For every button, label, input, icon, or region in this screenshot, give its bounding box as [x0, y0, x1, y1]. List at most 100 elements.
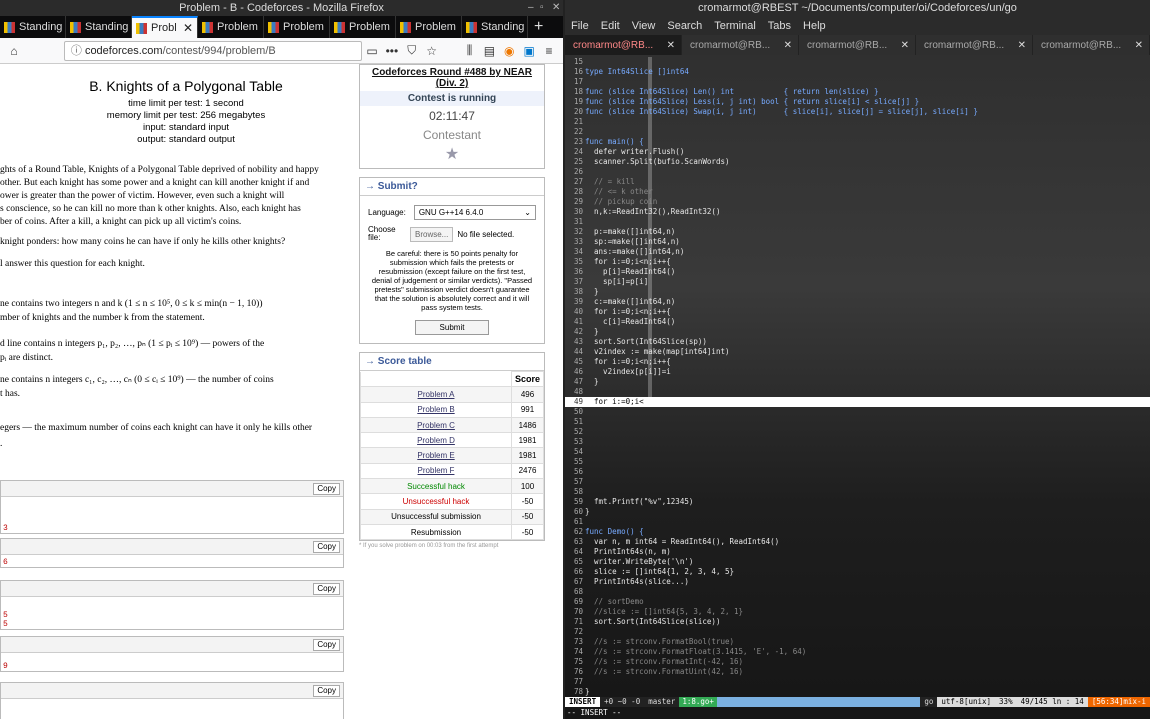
terminal-tab[interactable]: cromarmot@RB... ✕ [799, 35, 916, 55]
star-icon[interactable]: ★ [360, 144, 544, 168]
file-name: 1:8.go+ [679, 697, 717, 707]
sample-io-box: Copy 6 [0, 538, 344, 568]
terminal-tab[interactable]: cromarmot@RB... ✕ [916, 35, 1033, 55]
line-number: 22 [573, 127, 583, 136]
score-row-name: Successful hack [360, 478, 512, 495]
code-text: } [585, 287, 599, 296]
score-row-name[interactable]: Problem C [360, 416, 512, 434]
line-number: 62 [573, 527, 583, 536]
sample-value: 6 [3, 558, 8, 567]
new-tab-icon[interactable]: + [528, 16, 549, 38]
copy-button[interactable]: Copy [313, 541, 340, 553]
vim-buffer[interactable]: 15 16 type Int64Slice []int64 17 18 func (sli… [565, 57, 1150, 697]
close-tab-icon[interactable]: ✕ [1018, 40, 1026, 51]
browser-tab[interactable]: Standing [66, 16, 132, 38]
home-icon[interactable]: ⌂ [4, 44, 24, 58]
terminal-title-bar: cromarmot@RBEST ~/Documents/computer/oi/… [565, 0, 1150, 17]
chevron-down-icon: ⌄ [524, 208, 531, 217]
code-line: 43 sort.Sort(Int64Slice(sp)) [565, 337, 1150, 347]
score-row-name: Unsuccessful hack [360, 493, 512, 510]
terminal-menu-item[interactable]: Tabs [768, 20, 791, 32]
extension-icon[interactable]: ◉ [499, 44, 519, 58]
copy-button[interactable]: Copy [313, 583, 340, 595]
line-number: 77 [573, 677, 583, 686]
code-line: 25 scanner.Split(bufio.ScanWords) [565, 157, 1150, 167]
library-icon[interactable]: ⫼ [460, 43, 480, 58]
code-line: 59 fmt.Printf("%v",12345) [565, 497, 1150, 507]
maximize-icon[interactable]: ▫ [540, 0, 544, 16]
score-row: Resubmission -50 [360, 523, 544, 541]
copy-button[interactable]: Copy [313, 639, 340, 651]
input-spec: input: standard input [142, 122, 230, 133]
code-text: p:=make([]int64,n) [585, 227, 676, 236]
terminal-menu-item[interactable]: File [571, 20, 589, 32]
code-line: 21 [565, 117, 1150, 127]
terminal-menubar: File Edit View Search Terminal Tabs Help [565, 17, 1150, 35]
score-row-value: 991 [511, 401, 544, 418]
submit-button[interactable]: Submit [415, 320, 489, 335]
statement-line: t has. [0, 389, 21, 399]
copy-button[interactable]: Copy [313, 685, 340, 697]
close-tab-icon[interactable]: ✕ [901, 40, 909, 51]
copy-button[interactable]: Copy [313, 483, 340, 495]
sample-io-box: Copy [0, 682, 344, 719]
browser-tab[interactable]: Problem [396, 16, 462, 38]
line-number: 52 [573, 427, 583, 436]
browser-tab[interactable]: Problem [264, 16, 330, 38]
browser-tab[interactable]: Problem [330, 16, 396, 38]
extension-2-icon[interactable]: ▣ [519, 44, 539, 58]
code-line: 29 // pickup coin [565, 197, 1150, 207]
close-tab-icon[interactable]: ✕ [667, 40, 675, 51]
browser-tab[interactable]: Problem [198, 16, 264, 38]
penalty-warning: Be careful: there is 50 points penalty f… [371, 249, 533, 312]
page-actions-icon[interactable]: ••• [382, 44, 402, 58]
browser-tab[interactable]: Standing [462, 16, 528, 38]
score-row-name[interactable]: Problem F [360, 462, 512, 480]
code-line: 49 for i:=0;i< [565, 397, 1150, 407]
browser-tab[interactable]: Probl ✕ [132, 16, 198, 38]
code-line: 62 func Demo() { [565, 527, 1150, 537]
browser-tab-label: Standing [19, 21, 63, 33]
browse-button[interactable]: Browse... [410, 226, 454, 242]
code-text: fmt.Printf("%v",12345) [585, 497, 694, 506]
menu-icon[interactable]: ≡ [539, 44, 559, 58]
terminal-tab[interactable]: cromarmot@RB... ✕ [565, 35, 682, 55]
close-tab-icon[interactable]: ✕ [183, 19, 193, 37]
reader-view-icon[interactable]: ▭ [362, 44, 382, 58]
codeforces-favicon-icon [136, 22, 147, 34]
bookmark-star-icon[interactable]: ☆ [422, 44, 442, 58]
minimize-icon[interactable]: – [528, 0, 534, 16]
vim-mode: INSERT [565, 697, 601, 707]
code-line: 60} [565, 507, 1150, 517]
terminal-menu-item[interactable]: Help [803, 20, 826, 32]
sidebar-icon[interactable]: ▤ [479, 44, 499, 58]
code-line: 55 [565, 457, 1150, 467]
info-icon[interactable]: ⓘ [71, 45, 85, 57]
score-table-box: → Score table Score Problem A 496 Problem … [359, 352, 545, 542]
statement-line: s conscience, so he can kill no more tha… [0, 204, 301, 214]
pocket-icon[interactable]: ⛉ [402, 43, 422, 58]
browser-tab[interactable]: Standing [0, 16, 66, 38]
round-link[interactable]: Codeforces Round #488 by NEAR (Div. 2) [360, 65, 544, 91]
url-bar[interactable]: ⓘ codeforces.com/contest/994/problem/B [63, 40, 363, 61]
close-tab-icon[interactable]: ✕ [784, 40, 792, 51]
terminal-tab[interactable]: cromarmot@RB... ✕ [1033, 35, 1150, 55]
close-tab-icon[interactable]: ✕ [1135, 40, 1143, 51]
terminal-menu-item[interactable]: View [632, 20, 656, 32]
codeforces-favicon-icon [4, 21, 15, 33]
terminal-menu-item[interactable]: Edit [601, 20, 620, 32]
language-select[interactable]: GNU G++14 6.4.0 ⌄ [413, 205, 536, 220]
terminal-menu-item[interactable]: Terminal [714, 20, 756, 32]
terminal-menu-item[interactable]: Search [667, 20, 702, 32]
score-row-name[interactable]: Problem B [360, 401, 512, 418]
code-line: 24 defer writer.Flush() [565, 147, 1150, 157]
close-icon[interactable]: ✕ [552, 0, 560, 16]
score-row-name[interactable]: Problem A [360, 386, 512, 403]
statement-line: mber of knights and the number k from th… [0, 313, 205, 323]
score-row-name[interactable]: Problem D [360, 432, 512, 449]
score-row-name[interactable]: Problem E [360, 447, 512, 464]
score-row: Unsuccessful hack -50 [360, 493, 544, 510]
code-text: c:=make([]int64,n) [585, 297, 676, 306]
terminal-tab[interactable]: cromarmot@RB... ✕ [682, 35, 799, 55]
code-text: PrintInt64s(slice...) [585, 577, 689, 586]
